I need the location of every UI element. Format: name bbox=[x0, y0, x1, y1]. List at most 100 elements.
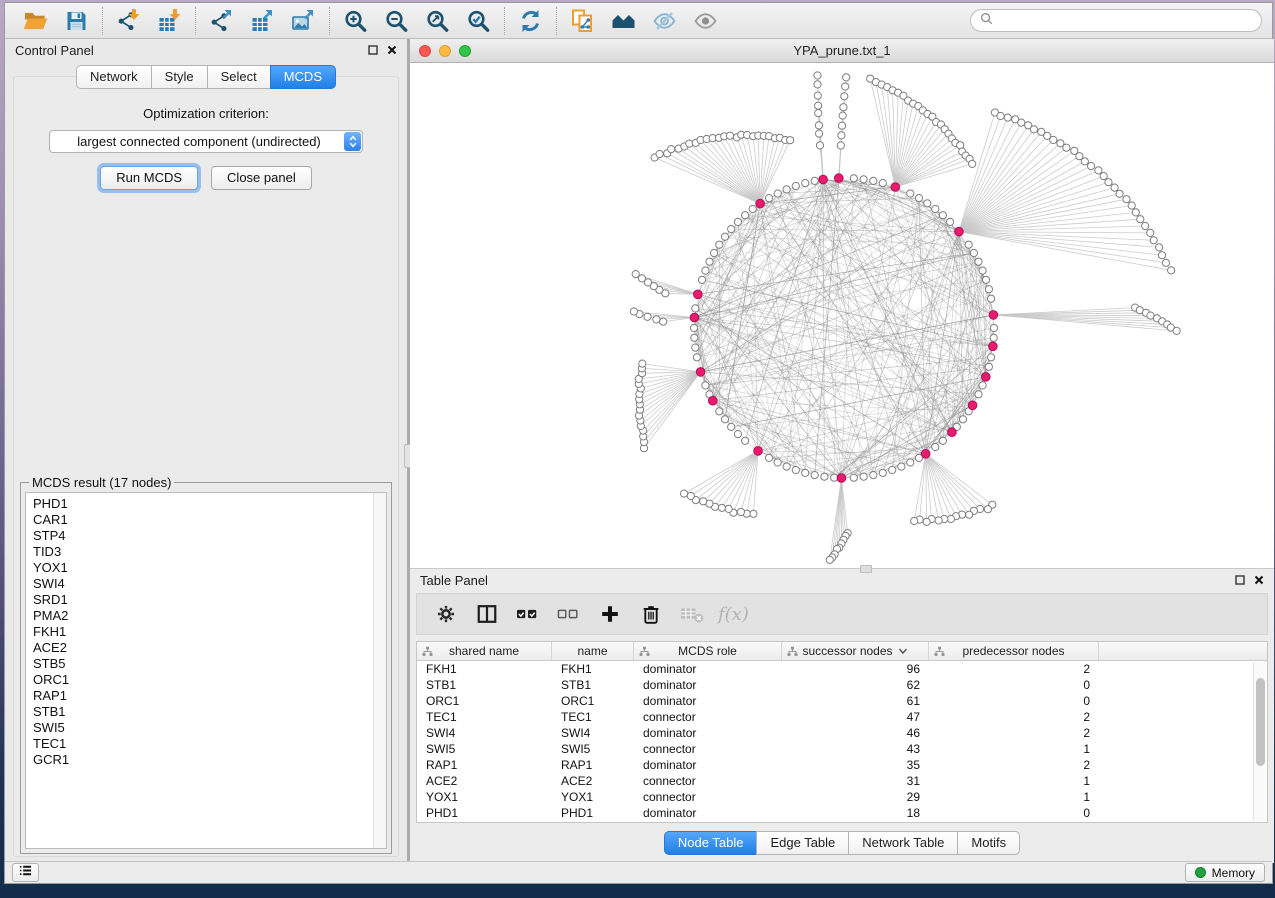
table-cell: 18 bbox=[782, 806, 929, 820]
mcds-result-item[interactable]: STP4 bbox=[33, 528, 373, 544]
task-history-button[interactable] bbox=[12, 863, 39, 882]
float-panel-button[interactable] bbox=[368, 45, 378, 55]
zoom-selected-button[interactable] bbox=[458, 6, 499, 36]
column-label: predecessor nodes bbox=[962, 644, 1064, 658]
table-scrollbar-thumb[interactable] bbox=[1256, 678, 1265, 766]
add-entry-button[interactable] bbox=[593, 599, 627, 629]
search-box[interactable] bbox=[970, 9, 1262, 32]
import-network-button[interactable] bbox=[108, 6, 149, 36]
export-image-button[interactable] bbox=[283, 6, 324, 36]
mcds-result-item[interactable]: CAR1 bbox=[33, 512, 373, 528]
tab-mcds[interactable]: MCDS bbox=[270, 65, 336, 89]
toggle-columns-button[interactable] bbox=[470, 599, 504, 629]
delete-table-button bbox=[675, 599, 709, 629]
zoom-in-button[interactable] bbox=[335, 6, 376, 36]
table-row[interactable]: YOX1YOX1connector291 bbox=[417, 789, 1267, 805]
new-network-from-selection-button[interactable] bbox=[562, 6, 603, 36]
deselect-all-button[interactable] bbox=[552, 599, 586, 629]
apply-preferred-layout-button[interactable] bbox=[510, 6, 551, 36]
show-all-button[interactable] bbox=[685, 6, 726, 36]
mcds-result-item[interactable]: PHD1 bbox=[33, 496, 373, 512]
export-table-button[interactable] bbox=[242, 6, 283, 36]
zoom-out-button[interactable] bbox=[376, 6, 417, 36]
mcds-list-scrollbar[interactable] bbox=[373, 493, 386, 848]
hide-selected-button[interactable] bbox=[644, 6, 685, 36]
close-panel-button[interactable] bbox=[387, 45, 397, 55]
mcds-result-item[interactable]: ACE2 bbox=[33, 640, 373, 656]
optimization-criterion-select[interactable]: largest connected component (undirected) bbox=[49, 130, 363, 153]
tab-style[interactable]: Style bbox=[151, 65, 207, 89]
column-settings-button[interactable] bbox=[429, 599, 463, 629]
mcds-result-item[interactable]: GCR1 bbox=[33, 752, 373, 768]
table-cell: 46 bbox=[782, 726, 929, 740]
save-session-button[interactable] bbox=[56, 6, 97, 36]
close-table-panel-button[interactable] bbox=[1254, 575, 1264, 585]
mcds-result-item[interactable]: TEC1 bbox=[33, 736, 373, 752]
table-scrollbar[interactable] bbox=[1253, 662, 1266, 821]
column-header-MCDS-role[interactable]: MCDS role bbox=[634, 642, 782, 660]
column-header-name[interactable]: name bbox=[552, 642, 634, 660]
table-cell: dominator bbox=[634, 678, 782, 692]
table-row[interactable]: TEC1TEC1connector472 bbox=[417, 709, 1267, 725]
horizontal-splitter-grip[interactable] bbox=[860, 565, 872, 573]
export-network-button[interactable] bbox=[201, 6, 242, 36]
table-row[interactable]: STB1STB1dominator620 bbox=[417, 677, 1267, 693]
column-header-shared-name[interactable]: shared name bbox=[417, 642, 552, 660]
close-panel-action-button[interactable]: Close panel bbox=[211, 166, 312, 190]
network-window-titlebar[interactable]: YPA_prune.txt_1 bbox=[410, 39, 1274, 63]
table-row[interactable]: RAP1RAP1dominator352 bbox=[417, 757, 1267, 773]
search-input[interactable] bbox=[998, 14, 1252, 28]
shared-column-icon bbox=[639, 646, 650, 660]
control-panel-title: Control Panel bbox=[15, 43, 94, 58]
zoom-fit-button[interactable] bbox=[417, 6, 458, 36]
minimize-window-button[interactable] bbox=[439, 45, 451, 57]
table-cell: ACE2 bbox=[552, 774, 634, 788]
network-canvas[interactable] bbox=[410, 63, 1274, 569]
tab-select[interactable]: Select bbox=[207, 65, 270, 89]
tab-network[interactable]: Network bbox=[76, 65, 151, 89]
mcds-result-item[interactable]: STB1 bbox=[33, 704, 373, 720]
mcds-result-item[interactable]: SRD1 bbox=[33, 592, 373, 608]
column-header-predecessor-nodes[interactable]: predecessor nodes bbox=[929, 642, 1099, 660]
first-neighbors-button[interactable] bbox=[603, 6, 644, 36]
table-cell: RAP1 bbox=[552, 758, 634, 772]
tab-motifs[interactable]: Motifs bbox=[957, 831, 1020, 855]
select-all-button[interactable] bbox=[511, 599, 545, 629]
maximize-window-button[interactable] bbox=[459, 45, 471, 57]
table-cell: dominator bbox=[634, 694, 782, 708]
close-window-button[interactable] bbox=[419, 45, 431, 57]
mcds-result-item[interactable]: SWI5 bbox=[33, 720, 373, 736]
tab-network-table[interactable]: Network Table bbox=[848, 831, 957, 855]
tab-edge-table[interactable]: Edge Table bbox=[756, 831, 848, 855]
list-icon bbox=[18, 864, 33, 882]
zoom-in-icon bbox=[343, 9, 368, 33]
mcds-result-item[interactable]: SWI4 bbox=[33, 576, 373, 592]
open-session-button[interactable] bbox=[15, 6, 56, 36]
table-row[interactable]: PHD1PHD1dominator180 bbox=[417, 805, 1267, 821]
import-table-button[interactable] bbox=[149, 6, 190, 36]
main-toolbar bbox=[5, 3, 1272, 39]
table-row[interactable]: SWI4SWI4dominator462 bbox=[417, 725, 1267, 741]
network-window-title: YPA_prune.txt_1 bbox=[793, 43, 890, 58]
mcds-result-item[interactable]: STB5 bbox=[33, 656, 373, 672]
table-row[interactable]: ACE2ACE2connector311 bbox=[417, 773, 1267, 789]
float-table-panel-button[interactable] bbox=[1235, 575, 1245, 585]
run-mcds-button[interactable]: Run MCDS bbox=[100, 166, 198, 190]
delete-entry-button[interactable] bbox=[634, 599, 668, 629]
network-graph[interactable] bbox=[410, 63, 1274, 569]
column-header-successor-nodes[interactable]: successor nodes bbox=[782, 642, 929, 660]
mcds-result-item[interactable]: TID3 bbox=[33, 544, 373, 560]
mcds-result-item[interactable]: ORC1 bbox=[33, 672, 373, 688]
mcds-result-group: MCDS result (17 nodes) PHD1CAR1STP4TID3Y… bbox=[20, 482, 392, 854]
table-row[interactable]: ORC1ORC1dominator610 bbox=[417, 693, 1267, 709]
memory-button[interactable]: Memory bbox=[1185, 863, 1265, 882]
mcds-result-item[interactable]: RAP1 bbox=[33, 688, 373, 704]
table-cell: 96 bbox=[782, 662, 929, 676]
import-network-icon bbox=[116, 9, 141, 33]
mcds-result-item[interactable]: PMA2 bbox=[33, 608, 373, 624]
mcds-result-item[interactable]: FKH1 bbox=[33, 624, 373, 640]
table-row[interactable]: FKH1FKH1dominator962 bbox=[417, 661, 1267, 677]
mcds-result-item[interactable]: YOX1 bbox=[33, 560, 373, 576]
tab-node-table[interactable]: Node Table bbox=[664, 831, 757, 855]
table-row[interactable]: SWI5SWI5connector431 bbox=[417, 741, 1267, 757]
